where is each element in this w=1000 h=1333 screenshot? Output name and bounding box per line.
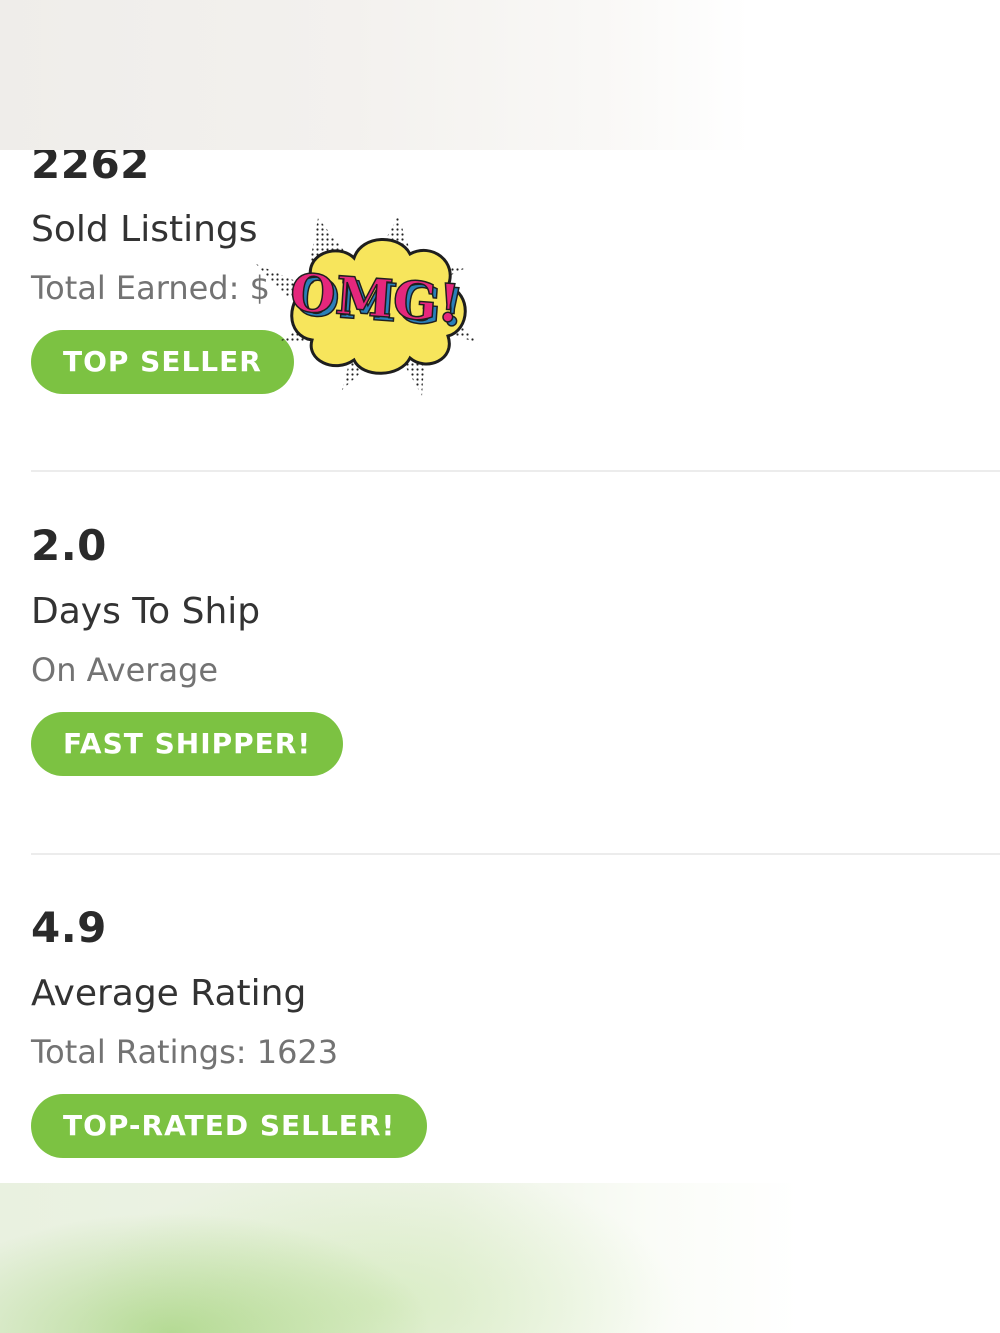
divider	[31, 470, 1000, 472]
stat-days-to-ship: 2.0 Days To Ship On Average FAST SHIPPER…	[31, 521, 344, 776]
divider	[31, 853, 1000, 855]
stat-label: Days To Ship	[31, 591, 261, 632]
stat-value: 2262	[31, 150, 150, 188]
blurred-bottom-backdrop	[0, 1183, 1000, 1333]
sticker-text: OMG!	[288, 262, 462, 335]
stat-subtext: On Average	[31, 651, 219, 689]
top-rated-seller-badge: TOP-RATED SELLER!	[31, 1094, 428, 1158]
seller-stats-panel: 2262 Sold Listings Total Earned: $ TOP S…	[0, 150, 1000, 1183]
stat-value: 4.9	[31, 903, 107, 952]
stat-label: Average Rating	[31, 973, 307, 1014]
omg-sticker-icon: OMG! OMG!	[256, 216, 480, 396]
stat-average-rating: 4.9 Average Rating Total Ratings: 1623 T…	[31, 903, 428, 1158]
stat-subtext: Total Ratings: 1623	[31, 1033, 339, 1071]
blurred-top-backdrop	[0, 0, 1000, 150]
fast-shipper-badge: FAST SHIPPER!	[31, 712, 344, 776]
stat-value: 2.0	[31, 521, 107, 570]
